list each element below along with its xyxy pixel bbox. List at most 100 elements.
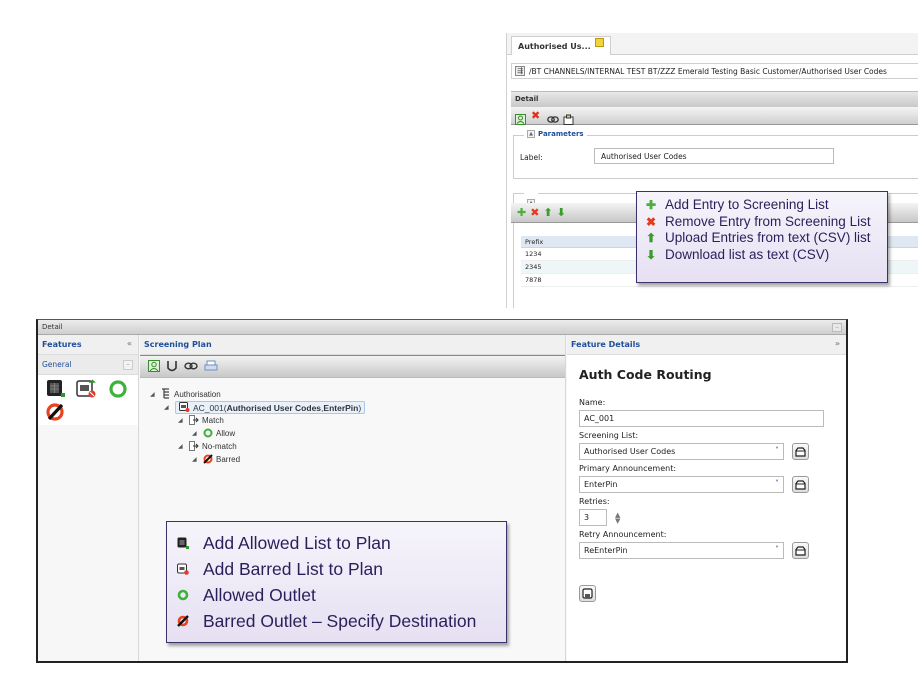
retries-label: Retries: xyxy=(579,497,610,506)
delete-icon[interactable]: ✖ xyxy=(531,110,542,121)
callout-item-download: ⬇ Download list as text (CSV) xyxy=(645,247,879,264)
chevron-down-icon[interactable]: ˅ xyxy=(775,479,779,488)
close-tab-icon[interactable] xyxy=(594,37,604,47)
feature-details-header: Feature Details » xyxy=(567,335,846,355)
retry-announcement-select[interactable]: ReEnterPin ˅ xyxy=(579,542,784,559)
collapse-parameters-button[interactable]: ▲ xyxy=(527,130,535,138)
clipboard-icon[interactable] xyxy=(563,110,574,125)
retries-stepper[interactable]: 3 xyxy=(579,509,607,526)
callout-label: Upload Entries from text (CSV) list xyxy=(665,230,871,245)
name-label: Name: xyxy=(579,398,606,407)
tree-node-ac-001[interactable]: ◢ AC_001(Authorised User Codes,EnterPin) xyxy=(150,401,565,414)
column-header-prefix[interactable]: Prefix xyxy=(521,238,641,246)
callout-item-remove-entry: ✖ Remove Entry from Screening List xyxy=(645,214,879,231)
tree-node-match[interactable]: ◢ Match xyxy=(150,414,565,427)
screening-list-select[interactable]: Authorised User Codes ˅ xyxy=(579,443,784,460)
expand-triangle-icon[interactable]: ◢ xyxy=(150,391,158,398)
screening-list-label: Screening List: xyxy=(579,431,639,440)
tree-node-authorisation[interactable]: ◢ Authorisation xyxy=(150,388,565,401)
tree-node-no-match[interactable]: ◢ No-match xyxy=(150,440,565,453)
upload-icon[interactable]: ⬆ xyxy=(543,206,552,219)
barred-list-icon xyxy=(179,401,190,414)
name-field[interactable]: AC_001 xyxy=(579,410,824,427)
callout-label: Download list as text (CSV) xyxy=(665,246,830,262)
feature-palette-legend-callout: Add Allowed List to Plan Add Barred List… xyxy=(166,521,507,643)
tab-strip: Authorised Us... xyxy=(507,33,918,55)
barred-list-icon[interactable] xyxy=(73,379,101,399)
user-icon[interactable] xyxy=(515,110,526,125)
label-caption: Label: xyxy=(520,153,543,162)
collapse-features-button[interactable]: « xyxy=(127,339,132,348)
expand-triangle-icon[interactable]: ◢ xyxy=(192,456,200,463)
breadcrumb: ⇶ /BT CHANNELS/INTERNAL TEST BT/ZZZ Emer… xyxy=(511,63,918,79)
tree-node-label: Barred xyxy=(216,455,241,464)
expand-details-button[interactable]: » xyxy=(835,339,840,348)
label-input[interactable]: Authorised User Codes xyxy=(594,148,834,164)
stepper-down-icon[interactable]: ▼ xyxy=(615,517,620,524)
print-icon[interactable] xyxy=(204,357,218,376)
detail-header: Detail – xyxy=(38,320,846,335)
tab-authorised-user-codes[interactable]: Authorised Us... xyxy=(511,36,611,55)
chevron-down-icon[interactable]: ˅ xyxy=(775,545,779,554)
node-id: AC_001( xyxy=(193,402,227,413)
screening-list-value: Authorised User Codes xyxy=(584,447,676,456)
node-screening-list: Authorised User Codes xyxy=(226,402,322,413)
arrow-up-icon: ⬆ xyxy=(645,231,657,245)
callout-label: Remove Entry from Screening List xyxy=(665,213,871,229)
expand-triangle-icon[interactable]: ◢ xyxy=(178,443,186,450)
merge-icon[interactable] xyxy=(166,357,178,376)
minimize-button[interactable]: – xyxy=(832,323,842,332)
collapse-general-button[interactable]: – xyxy=(123,360,133,370)
selected-tree-node[interactable]: AC_001(Authorised User Codes,EnterPin) xyxy=(175,401,366,414)
parameters-fieldset: ▲ Parameters Label: Authorised User Code… xyxy=(513,130,918,179)
feature-palette xyxy=(38,375,138,425)
link-icon[interactable] xyxy=(184,357,198,376)
open-retry-announcement-button[interactable] xyxy=(792,542,809,559)
features-panel: Features « General – xyxy=(38,335,139,661)
allowed-list-icon[interactable] xyxy=(42,379,70,399)
branch-icon xyxy=(189,414,199,427)
stepper-arrows[interactable]: ▲ ▼ xyxy=(615,511,620,524)
tree-node-barred[interactable]: ◢ Barred xyxy=(150,453,565,466)
user-icon[interactable] xyxy=(148,357,160,376)
primary-announcement-value: EnterPin xyxy=(584,480,618,489)
general-group-title: General xyxy=(42,360,72,369)
breadcrumb-path: /BT CHANNELS/INTERNAL TEST BT/ZZZ Emeral… xyxy=(529,66,887,76)
tree-node-label: Authorisation xyxy=(174,390,221,399)
save-button[interactable] xyxy=(579,585,596,602)
barred-outlet-icon xyxy=(203,453,213,466)
node-suffix: ) xyxy=(358,402,362,413)
expand-triangle-icon[interactable]: ◢ xyxy=(192,430,200,437)
primary-announcement-select[interactable]: EnterPin ˅ xyxy=(579,476,784,493)
prefix-cell: 1234 xyxy=(525,250,542,258)
open-primary-announcement-button[interactable] xyxy=(792,476,809,493)
features-title: Features xyxy=(42,340,82,349)
callout-item-add-allowed-list: Add Allowed List to Plan xyxy=(177,530,496,556)
plan-toolbar xyxy=(140,355,565,378)
tree-node-label: No-match xyxy=(202,442,237,451)
features-panel-header: Features « xyxy=(38,335,138,355)
callout-label: Add Entry to Screening List xyxy=(665,197,829,212)
tree-node-allow[interactable]: ◢ Allow xyxy=(150,427,565,440)
barred-outlet-icon[interactable] xyxy=(42,402,70,422)
open-screening-list-button[interactable] xyxy=(792,443,809,460)
parameters-title: Parameters xyxy=(538,130,584,138)
edit-icon xyxy=(795,446,806,457)
link-icon[interactable] xyxy=(547,110,559,123)
download-icon[interactable]: ⬇ xyxy=(557,206,566,219)
hierarchy-icon[interactable]: ⇶ xyxy=(515,66,525,76)
remove-entry-icon[interactable]: ✖ xyxy=(530,206,539,219)
chevron-down-icon[interactable]: ˅ xyxy=(775,446,779,455)
allowed-outlet-icon[interactable] xyxy=(104,379,132,399)
expand-triangle-icon[interactable]: ◢ xyxy=(164,404,172,411)
feature-details-form: Auth Code Routing Name: AC_001 Screening… xyxy=(567,355,846,602)
callout-item-allowed-outlet: Allowed Outlet xyxy=(177,582,496,608)
branch-icon xyxy=(189,440,199,453)
tree-node-label: AC_001(Authorised User Codes,EnterPin) xyxy=(193,403,361,413)
general-group-header[interactable]: General – xyxy=(38,355,138,375)
expand-triangle-icon[interactable]: ◢ xyxy=(178,417,186,424)
retry-announcement-row: ReEnterPin ˅ xyxy=(579,542,838,559)
add-entry-icon[interactable]: ✚ xyxy=(517,206,526,219)
prefix-cell: 2345 xyxy=(525,263,542,271)
tree-node-label: Allow xyxy=(216,429,236,438)
